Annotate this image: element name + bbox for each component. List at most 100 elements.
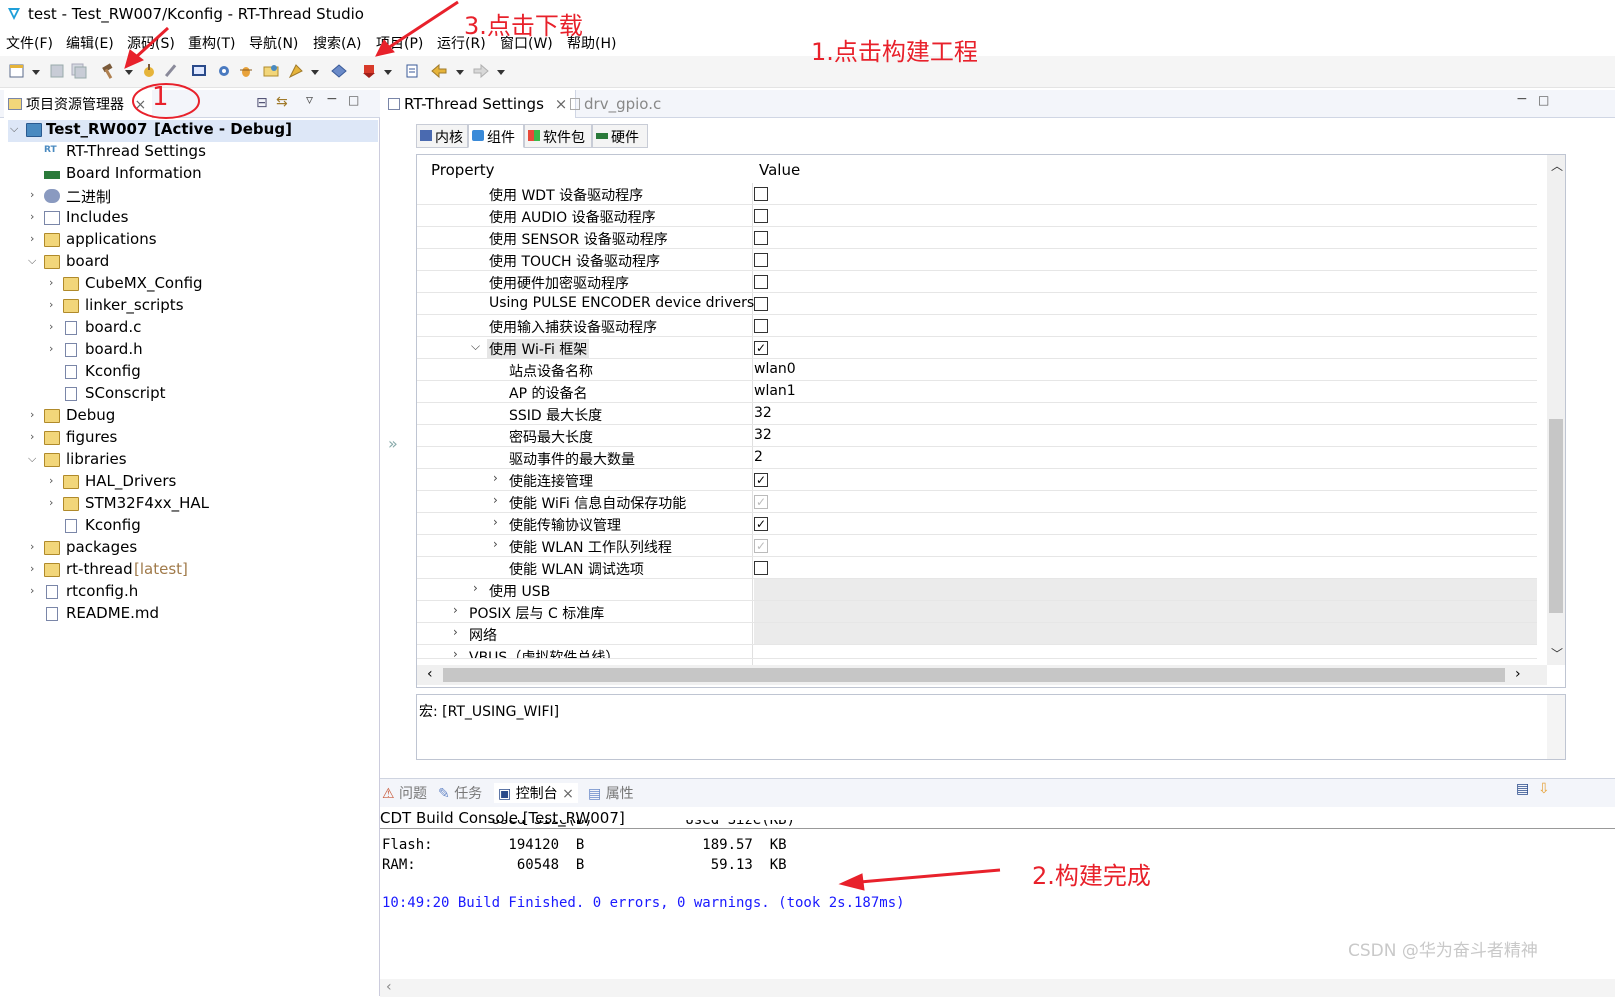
property-row[interactable]: › POSIX 层与 C 标准库 bbox=[417, 601, 1537, 623]
property-row[interactable]: › 使能 WLAN 工作队列线程 ✓ bbox=[417, 535, 1537, 557]
scroll-down-icon[interactable]: ﹀ bbox=[1551, 645, 1563, 662]
scroll-up-icon[interactable]: ︿ bbox=[1551, 157, 1563, 174]
vertical-scrollbar[interactable]: ︿ ﹀ bbox=[1547, 155, 1565, 665]
save-icon[interactable] bbox=[48, 62, 66, 80]
chevron-right-icon[interactable]: › bbox=[30, 188, 42, 201]
property-row[interactable]: 使用 TOUCH 设备驱动程序 bbox=[417, 249, 1537, 271]
chevron-right-icon[interactable]: › bbox=[30, 232, 42, 245]
download-icon[interactable] bbox=[360, 62, 378, 80]
download-dropdown-icon[interactable] bbox=[384, 70, 392, 75]
property-row[interactable]: 使能 WLAN 调试选项 bbox=[417, 557, 1537, 579]
scroll-left-icon[interactable]: ‹ bbox=[386, 979, 392, 995]
sdk-manager-icon[interactable] bbox=[330, 62, 348, 80]
property-row[interactable]: AP 的设备名 wlan1 bbox=[417, 381, 1537, 403]
checkbox[interactable] bbox=[754, 209, 768, 223]
tab-rt-thread-settings[interactable]: RT-Thread Settings × bbox=[380, 90, 577, 118]
desc-scrollbar[interactable] bbox=[1547, 695, 1565, 759]
property-row[interactable]: 站点设备名称 wlan0 bbox=[417, 359, 1537, 381]
menu-source[interactable]: 源码(S) bbox=[127, 33, 175, 53]
property-row[interactable]: 使用 AUDIO 设备驱动程序 bbox=[417, 205, 1537, 227]
tools-icon[interactable] bbox=[162, 62, 180, 80]
chevron-right-icon[interactable]: › bbox=[30, 408, 42, 421]
tab-console[interactable]: ▣ 控制台 × bbox=[494, 783, 578, 803]
view-menu-icon[interactable]: ▿ bbox=[306, 92, 313, 108]
rocket-dropdown-icon[interactable] bbox=[311, 70, 319, 75]
chevron-right-icon[interactable]: › bbox=[30, 584, 42, 597]
chevron-right-icon[interactable]: › bbox=[493, 515, 498, 529]
checkbox[interactable]: ✓ bbox=[754, 473, 768, 487]
scroll-left-icon[interactable]: ‹ bbox=[427, 666, 433, 682]
property-value[interactable]: 32 bbox=[754, 405, 772, 421]
subtab-packages[interactable]: 软件包 bbox=[524, 124, 592, 148]
property-row[interactable]: 使用输入捕获设备驱动程序 bbox=[417, 315, 1537, 337]
property-row-wifi[interactable]: ⌵ 使用 Wi-Fi 框架 ✓ bbox=[417, 337, 1537, 359]
chevron-right-icon[interactable]: › bbox=[30, 430, 42, 443]
checkbox[interactable]: ✓ bbox=[754, 539, 768, 553]
chevron-right-icon[interactable]: › bbox=[453, 647, 458, 658]
checkbox[interactable]: ✓ bbox=[754, 495, 768, 509]
chevron-down-icon[interactable]: ⌵ bbox=[28, 254, 40, 268]
chevron-right-icon[interactable]: › bbox=[30, 210, 42, 223]
terminal-icon[interactable] bbox=[190, 62, 208, 80]
checkbox[interactable]: ✓ bbox=[754, 341, 768, 355]
property-row[interactable]: › 使能连接管理 ✓ bbox=[417, 469, 1537, 491]
close-icon[interactable]: × bbox=[562, 786, 574, 802]
open-folder-icon[interactable] bbox=[262, 62, 280, 80]
tab-problems[interactable]: ⚠ 问题 bbox=[382, 783, 427, 803]
collapse-all-icon[interactable]: ⊟ bbox=[256, 95, 268, 111]
debug-bug-icon[interactable] bbox=[237, 62, 255, 80]
chevron-right-icon[interactable]: › bbox=[49, 496, 61, 509]
menu-refactor[interactable]: 重构(T) bbox=[188, 33, 235, 53]
property-row[interactable]: SSID 最大长度 32 bbox=[417, 403, 1537, 425]
checkbox[interactable] bbox=[754, 561, 768, 575]
close-icon[interactable]: × bbox=[134, 97, 146, 113]
console-hscrollbar[interactable]: ‹ bbox=[380, 979, 1615, 997]
forward-arrow-icon[interactable] bbox=[472, 62, 490, 80]
save-all-icon[interactable] bbox=[70, 62, 88, 80]
maximize-icon[interactable]: □ bbox=[1538, 93, 1549, 107]
chevron-right-icon[interactable]: › bbox=[30, 562, 42, 575]
menu-project[interactable]: 项目(P) bbox=[376, 33, 423, 53]
chevron-right-icon[interactable]: › bbox=[49, 276, 61, 289]
chevron-right-icon[interactable]: › bbox=[493, 493, 498, 507]
serial-icon[interactable] bbox=[403, 62, 421, 80]
rocket-icon[interactable] bbox=[287, 62, 305, 80]
chevron-right-icon[interactable]: › bbox=[493, 471, 498, 485]
back-arrow-icon[interactable] bbox=[430, 62, 448, 80]
property-row[interactable]: Using PULSE ENCODER device drivers bbox=[417, 293, 1537, 315]
build-hammer-icon[interactable] bbox=[100, 62, 118, 80]
property-value[interactable]: wlan1 bbox=[754, 383, 796, 399]
tab-properties[interactable]: ▤ 属性 bbox=[588, 783, 634, 803]
expand-panel-icon[interactable]: » bbox=[388, 434, 398, 453]
checkbox[interactable]: ✓ bbox=[754, 517, 768, 531]
minimize-icon[interactable]: − bbox=[326, 91, 338, 107]
menu-edit[interactable]: 编辑(E) bbox=[66, 33, 114, 53]
checkbox[interactable] bbox=[754, 275, 768, 289]
tab-tasks[interactable]: ✎ 任务 bbox=[438, 783, 482, 803]
back-dropdown-icon[interactable] bbox=[456, 70, 464, 75]
checkbox[interactable] bbox=[754, 253, 768, 267]
property-value[interactable]: 2 bbox=[754, 449, 763, 465]
property-row[interactable]: › 使能传输协议管理 ✓ bbox=[417, 513, 1537, 535]
chevron-down-icon[interactable]: ⌵ bbox=[28, 452, 40, 466]
forward-dropdown-icon[interactable] bbox=[497, 70, 505, 75]
menu-search[interactable]: 搜索(A) bbox=[313, 33, 362, 53]
link-editor-icon[interactable]: ⇆ bbox=[276, 94, 288, 110]
menu-file[interactable]: 文件(F) bbox=[6, 33, 53, 53]
minimize-icon[interactable]: − bbox=[1516, 91, 1528, 107]
chevron-right-icon[interactable]: › bbox=[49, 320, 61, 333]
chevron-right-icon[interactable]: › bbox=[49, 342, 61, 355]
subtab-hardware[interactable]: 硬件 bbox=[592, 124, 648, 148]
subtab-kernel[interactable]: 内核 bbox=[416, 124, 468, 148]
checkbox[interactable] bbox=[754, 231, 768, 245]
property-value[interactable]: wlan0 bbox=[754, 361, 796, 377]
property-row[interactable]: 驱动事件的最大数量 2 bbox=[417, 447, 1537, 469]
chevron-right-icon[interactable]: › bbox=[49, 474, 61, 487]
checkbox[interactable] bbox=[754, 319, 768, 333]
property-row[interactable]: › 网络 bbox=[417, 623, 1537, 645]
tab-drv-gpio[interactable]: drv_gpio.c bbox=[562, 90, 669, 118]
chevron-down-icon[interactable]: ⌵ bbox=[471, 339, 480, 354]
chevron-right-icon[interactable]: › bbox=[453, 603, 458, 617]
checkbox[interactable] bbox=[754, 297, 768, 311]
chevron-right-icon[interactable]: › bbox=[49, 298, 61, 311]
